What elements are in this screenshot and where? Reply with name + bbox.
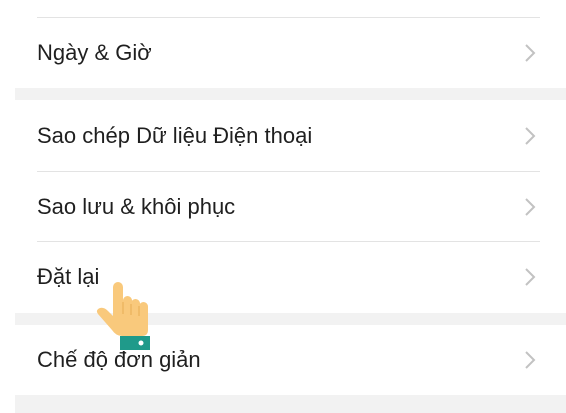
settings-item-label: Đặt lại bbox=[37, 264, 100, 289]
chevron-right-icon bbox=[525, 268, 536, 286]
settings-screen: Ngày & Giờ Sao chép Dữ liệu Điện thoại S… bbox=[0, 0, 566, 413]
chevron-right-icon bbox=[525, 44, 536, 62]
section-separator bbox=[15, 88, 566, 100]
chevron-right-icon bbox=[525, 127, 536, 145]
settings-item-label: Sao lưu & khôi phục bbox=[37, 194, 236, 219]
settings-item-label: Ngày & Giờ bbox=[37, 40, 152, 65]
chevron-right-icon bbox=[525, 351, 536, 369]
settings-item-label: Sao chép Dữ liệu Điện thoại bbox=[37, 123, 313, 148]
settings-item-backup-restore[interactable]: Sao lưu & khôi phục bbox=[0, 172, 566, 242]
settings-item-date-time[interactable]: Ngày & Giờ bbox=[0, 18, 566, 88]
settings-item-reset[interactable]: Đặt lại bbox=[0, 242, 566, 312]
settings-item-phone-clone[interactable]: Sao chép Dữ liệu Điện thoại bbox=[0, 101, 566, 171]
pointing-hand-icon bbox=[96, 282, 150, 350]
settings-item-simple-mode[interactable]: Chế độ đơn giản bbox=[0, 325, 566, 395]
section-separator bbox=[15, 395, 566, 413]
chevron-right-icon bbox=[525, 198, 536, 216]
